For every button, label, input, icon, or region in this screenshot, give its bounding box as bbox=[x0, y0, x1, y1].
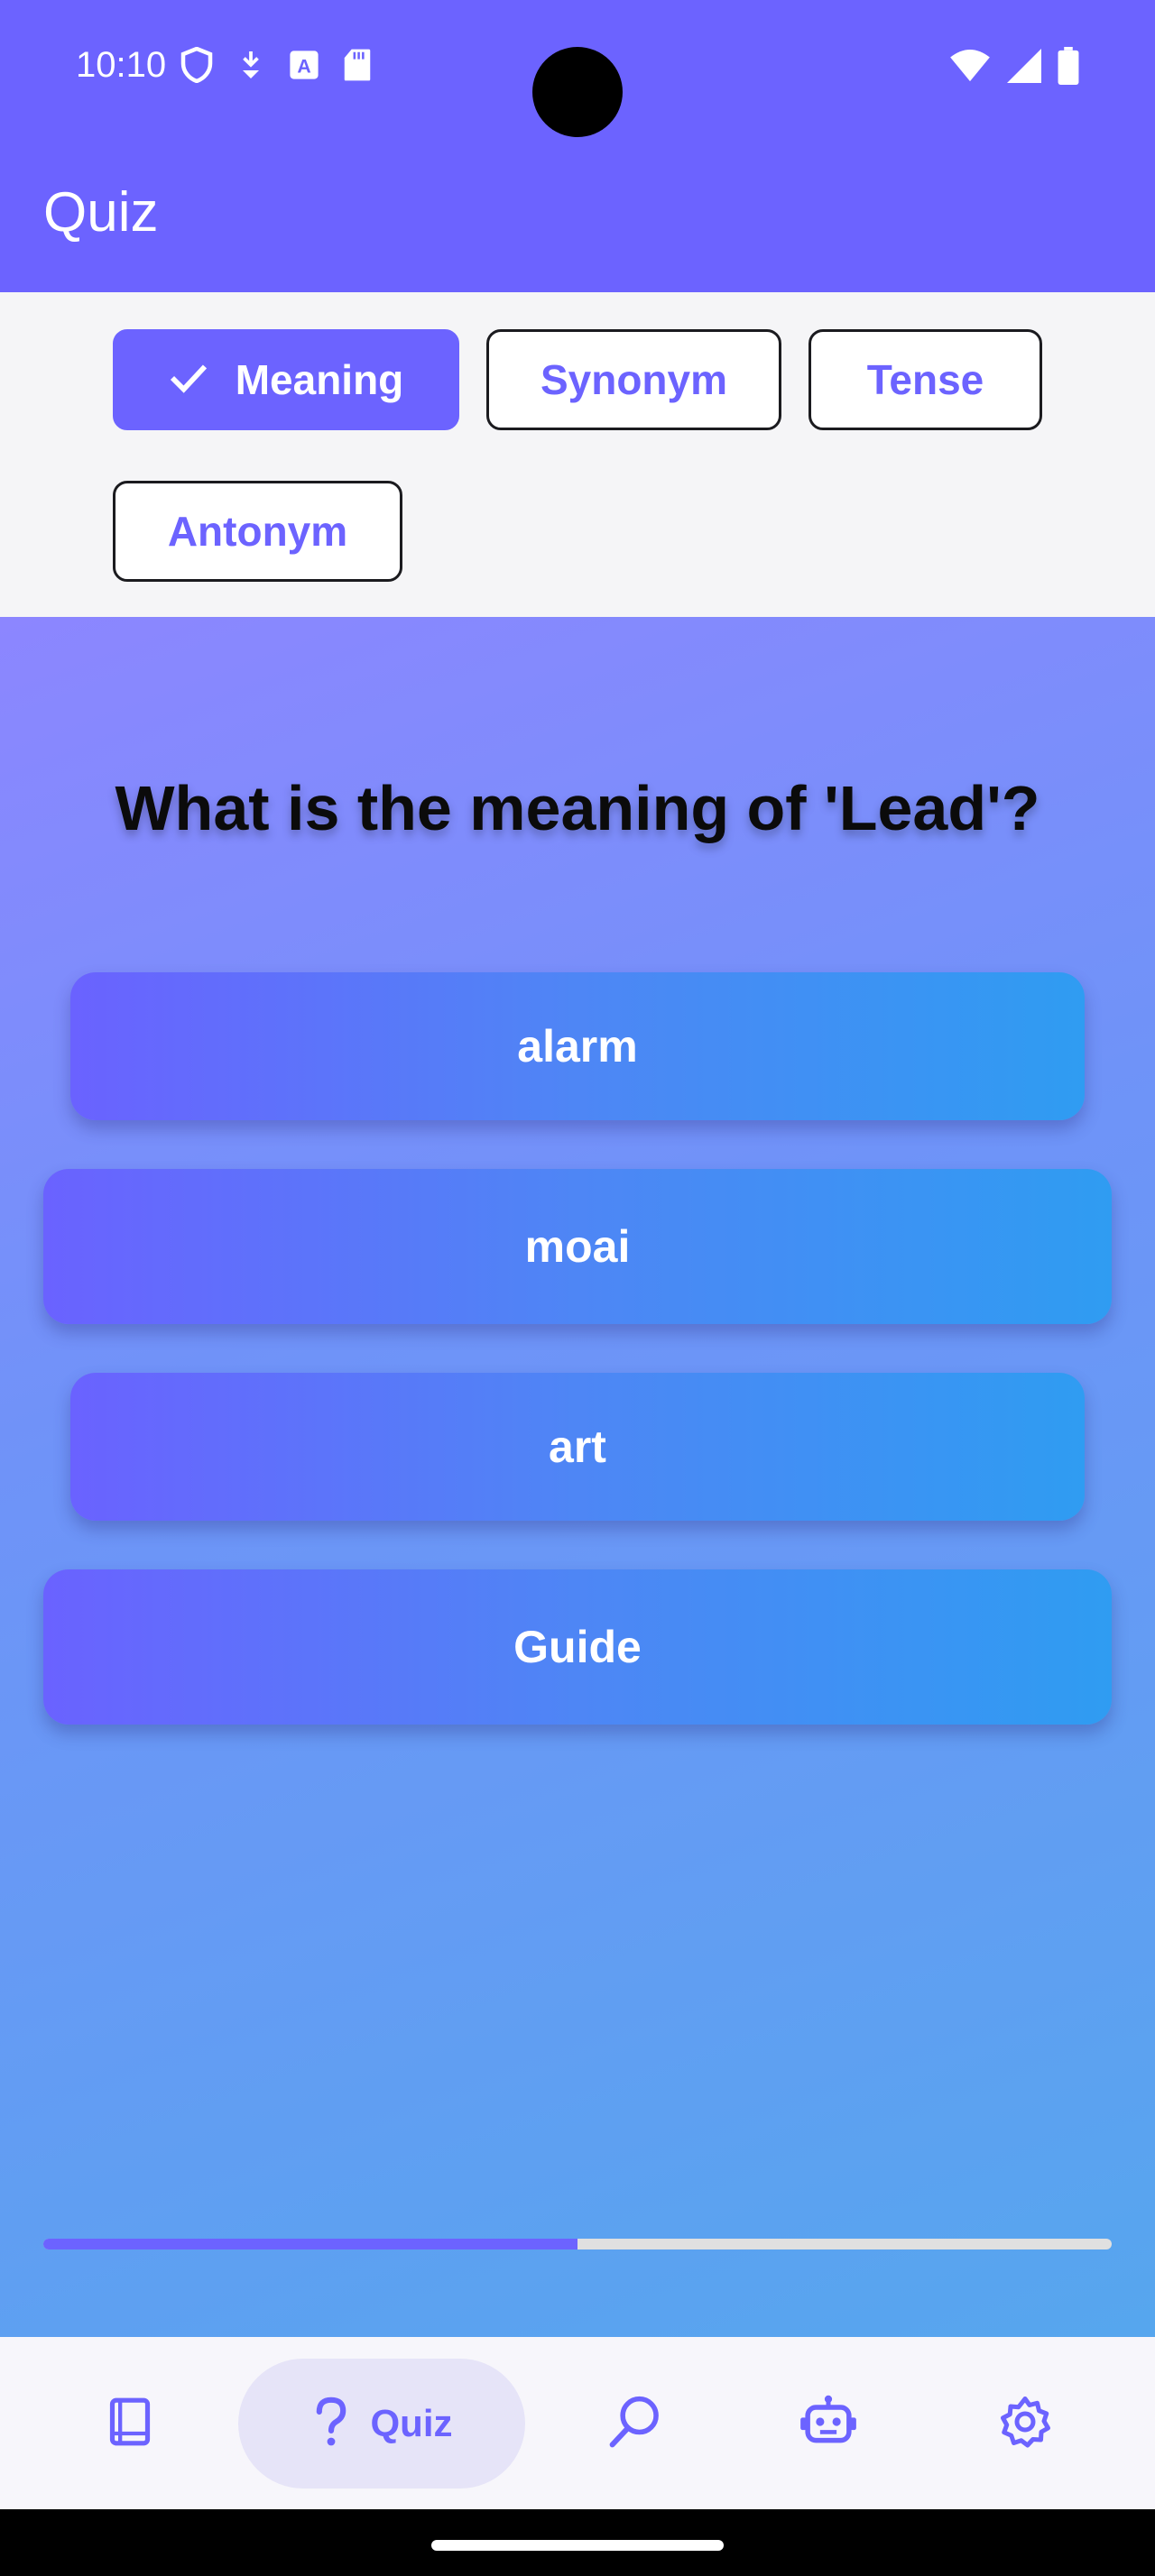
robot-icon bbox=[799, 2395, 857, 2453]
bottom-navigation: Quiz bbox=[0, 2337, 1155, 2509]
book-icon bbox=[106, 2396, 153, 2452]
svg-text:A: A bbox=[297, 56, 310, 78]
nav-item-settings[interactable] bbox=[971, 2359, 1079, 2489]
camera-cutout bbox=[532, 47, 623, 137]
check-icon bbox=[169, 355, 208, 404]
status-icons-left: A bbox=[180, 46, 372, 87]
chip-label: Antonym bbox=[167, 508, 348, 555]
nav-item-assistant[interactable] bbox=[774, 2359, 882, 2489]
quiz-panel: What is the meaning of 'Lead'? alarm moa… bbox=[0, 617, 1155, 2337]
battery-icon bbox=[1058, 47, 1079, 89]
chip-label: Tense bbox=[866, 356, 984, 403]
sd-card-icon bbox=[343, 48, 372, 87]
quiz-question: What is the meaning of 'Lead'? bbox=[115, 773, 1040, 843]
status-icons-right bbox=[949, 47, 1079, 89]
answer-option-2[interactable]: moai bbox=[43, 1169, 1112, 1324]
quiz-progress-bar bbox=[43, 2239, 1112, 2249]
wifi-icon bbox=[949, 49, 991, 87]
category-chips: Meaning Synonym Tense Antonym bbox=[0, 292, 1155, 617]
settings-icon bbox=[998, 2395, 1052, 2453]
gesture-navigation-area bbox=[0, 2509, 1155, 2576]
gesture-handle[interactable] bbox=[431, 2540, 724, 2551]
chip-label: Meaning bbox=[235, 356, 404, 403]
text-icon: A bbox=[289, 50, 319, 85]
nav-item-library[interactable] bbox=[76, 2359, 184, 2489]
answer-option-3[interactable]: art bbox=[70, 1373, 1085, 1521]
chip-antonym[interactable]: Antonym bbox=[113, 481, 402, 582]
shield-icon bbox=[180, 46, 213, 87]
quiz-progress-fill bbox=[43, 2239, 578, 2249]
nav-item-quiz[interactable]: Quiz bbox=[238, 2359, 525, 2489]
top-app-bar: 10:10 A Quiz bbox=[0, 0, 1155, 292]
answer-option-1[interactable]: alarm bbox=[70, 972, 1085, 1120]
nav-item-search[interactable] bbox=[581, 2359, 689, 2489]
download-icon bbox=[236, 49, 265, 86]
status-time: 10:10 bbox=[76, 45, 167, 85]
nav-item-label: Quiz bbox=[370, 2402, 453, 2444]
chip-meaning[interactable]: Meaning bbox=[113, 329, 459, 430]
chip-label: Synonym bbox=[540, 356, 728, 403]
answer-option-4[interactable]: Guide bbox=[43, 1569, 1112, 1725]
chip-synonym[interactable]: Synonym bbox=[486, 329, 781, 430]
help-icon bbox=[311, 2396, 351, 2452]
chip-tense[interactable]: Tense bbox=[808, 329, 1042, 430]
search-icon bbox=[608, 2395, 662, 2453]
page-title: Quiz bbox=[43, 181, 159, 244]
signal-icon bbox=[1007, 49, 1041, 87]
